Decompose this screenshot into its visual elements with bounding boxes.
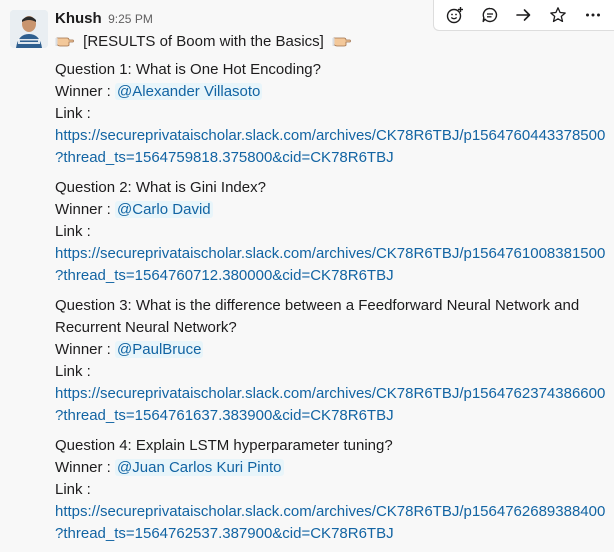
thread-link[interactable]: https://secureprivataischolar.slack.com/… bbox=[55, 243, 614, 287]
winner-mention[interactable]: @Alexander Villasoto bbox=[115, 83, 263, 100]
pointing-hand-icon bbox=[55, 33, 75, 47]
message-actions-toolbar bbox=[433, 0, 614, 31]
thread-link-line2[interactable]: ?thread_ts=1564760712.380000&cid=CK78R6T… bbox=[55, 265, 614, 287]
winner-line: Winner : @PaulBruce bbox=[55, 339, 614, 361]
winner-line: Winner : @Carlo David bbox=[55, 199, 614, 221]
thread-link-line1[interactable]: https://secureprivataischolar.slack.com/… bbox=[55, 383, 614, 405]
question-text-line1: Question 3: What is the difference betwe… bbox=[55, 297, 580, 314]
question-block-3: Question 3: What is the difference betwe… bbox=[55, 295, 614, 427]
pointing-hand-icon bbox=[332, 33, 352, 47]
question-text: Question 2: What is Gini Index? bbox=[55, 179, 266, 196]
winner-label: Winner : bbox=[55, 83, 111, 100]
question-block-1: Question 1: What is One Hot Encoding? Wi… bbox=[55, 59, 614, 169]
link-label: Link : bbox=[55, 481, 91, 498]
thread-link-line2[interactable]: ?thread_ts=1564761637.383900&cid=CK78R6T… bbox=[55, 405, 614, 427]
thread-link-line1[interactable]: https://secureprivataischolar.slack.com/… bbox=[55, 501, 614, 523]
sender-name[interactable]: Khush bbox=[55, 10, 102, 27]
thread-link[interactable]: https://secureprivataischolar.slack.com/… bbox=[55, 383, 614, 427]
message-content: Khush 9:25 PM [RESULTS of Boom with the … bbox=[55, 8, 614, 545]
thread-link-line1[interactable]: https://secureprivataischolar.slack.com/… bbox=[55, 125, 614, 147]
message-title: [RESULTS of Boom with the Basics] bbox=[83, 33, 324, 50]
link-label: Link : bbox=[55, 363, 91, 380]
winner-label: Winner : bbox=[55, 201, 111, 218]
winner-mention[interactable]: @Juan Carlos Kuri Pinto bbox=[115, 459, 284, 476]
link-label: Link : bbox=[55, 223, 91, 240]
question-text-line2: Recurrent Neural Network? bbox=[55, 319, 237, 336]
message-title-line: [RESULTS of Boom with the Basics] bbox=[55, 31, 614, 53]
message-timestamp[interactable]: 9:25 PM bbox=[108, 12, 153, 26]
share-icon[interactable] bbox=[509, 2, 539, 28]
question-text: Question 4: Explain LSTM hyperparameter … bbox=[55, 437, 393, 454]
thread-link[interactable]: https://secureprivataischolar.slack.com/… bbox=[55, 125, 614, 169]
reply-thread-icon[interactable] bbox=[475, 2, 505, 28]
winner-line: Winner : @Alexander Villasoto bbox=[55, 81, 614, 103]
winner-label: Winner : bbox=[55, 459, 111, 476]
thread-link-line1[interactable]: https://secureprivataischolar.slack.com/… bbox=[55, 243, 614, 265]
message-container: Khush 9:25 PM [RESULTS of Boom with the … bbox=[0, 0, 614, 552]
question-block-4: Question 4: Explain LSTM hyperparameter … bbox=[55, 435, 614, 545]
thread-link-line2[interactable]: ?thread_ts=1564759818.375800&cid=CK78R6T… bbox=[55, 147, 614, 169]
winner-mention[interactable]: @PaulBruce bbox=[115, 341, 204, 358]
thread-link[interactable]: https://secureprivataischolar.slack.com/… bbox=[55, 501, 614, 545]
winner-label: Winner : bbox=[55, 341, 111, 358]
avatar[interactable] bbox=[10, 10, 48, 48]
question-text: Question 1: What is One Hot Encoding? bbox=[55, 61, 321, 78]
avatar-image bbox=[10, 10, 48, 48]
question-block-2: Question 2: What is Gini Index? Winner :… bbox=[55, 177, 614, 287]
more-actions-icon[interactable] bbox=[578, 2, 608, 28]
thread-link-line2[interactable]: ?thread_ts=1564762537.387900&cid=CK78R6T… bbox=[55, 523, 614, 545]
star-icon[interactable] bbox=[543, 2, 573, 28]
link-label: Link : bbox=[55, 105, 91, 122]
winner-mention[interactable]: @Carlo David bbox=[115, 201, 213, 218]
add-reaction-icon[interactable] bbox=[440, 2, 470, 28]
winner-line: Winner : @Juan Carlos Kuri Pinto bbox=[55, 457, 614, 479]
